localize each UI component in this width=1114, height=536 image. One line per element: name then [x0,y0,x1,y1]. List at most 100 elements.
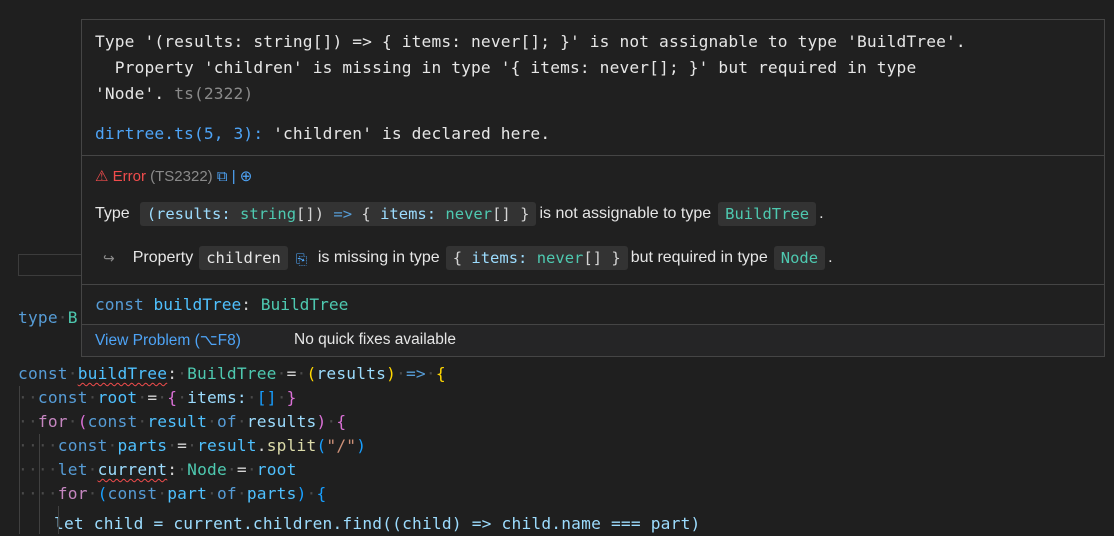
text: Property [132,249,194,266]
punct: : [167,460,178,479]
code-line-7[interactable]: let child = current.children.find((child… [18,512,700,536]
divider [82,155,1104,156]
related-location-link[interactable]: dirtree.ts(5, 3): [95,124,263,143]
identifier: part [167,484,208,503]
view-problem-link[interactable]: View Problem (⌥F8) [95,331,241,350]
error-code: ts(2322) [174,84,254,103]
paren: ( [306,364,317,383]
code-line-1[interactable]: const·buildTree:·BuildTree·=·(results)·=… [18,362,446,386]
keyword: const [107,484,158,503]
paren: ) [296,484,307,503]
divider [82,284,1104,285]
type-chip: Node [773,246,826,270]
method: split [266,436,317,455]
text: is missing in type [317,249,440,266]
brace: { [316,484,327,503]
operator: = [236,460,247,479]
error-message-text: 'Node'. [95,84,165,103]
code-line-4[interactable]: ····const·parts·=·result.split("/") [18,434,366,458]
paren: ) [316,412,327,431]
type-signature: const buildTree: BuildTree [95,295,348,314]
keyword: const [87,412,138,431]
keyword: const [18,364,68,383]
go-to-definition-icon[interactable]: ⎘ [296,251,310,267]
nested-arrow-icon: ↪ [103,249,115,266]
brace: { [336,412,347,431]
array-literal: [] [256,388,277,407]
code-line-6[interactable]: ····for·(const·part·of·parts)·{ [18,482,326,506]
keyword: const [37,388,88,407]
related-text: 'children' is declared here. [263,124,551,143]
operator: = [147,388,158,407]
text: Type [95,205,130,222]
pretty-error-header: ⚠ Error (TS2322) ⧉ | ⊕ [95,167,252,185]
param: results [316,364,387,383]
text: . [819,205,824,222]
type-chip: { items: never[] } [445,246,628,270]
identifier: result [147,412,208,431]
identifier: result [197,436,257,455]
error-code-link[interactable]: (TS2322) [150,168,213,185]
keyword: for [57,484,88,503]
brace: } [286,388,297,407]
keyword: let [57,460,88,479]
collapsed-region-box [18,254,84,276]
property: items: [187,388,247,407]
error-message-line: Type '(results: string[]) => { items: ne… [95,32,966,51]
type-chip: (results: string[]) => { items: never[] … [139,202,537,226]
related-info: dirtree.ts(5, 3): 'children' is declared… [95,124,550,143]
type-name: BuildTree [260,295,349,314]
code-line-5[interactable]: ····let·current:·Node·=·root [18,458,297,482]
paren: ) [356,436,367,455]
text: but required in type [630,249,768,266]
brace: { [167,388,178,407]
paren: ( [77,412,88,431]
type-name: B [67,308,78,327]
paren: ( [97,484,108,503]
property-chip: children [199,246,288,270]
text: . [828,249,833,266]
keyword: of [216,412,237,431]
hover-popup[interactable]: Type '(results: string[]) => { items: ne… [81,19,1105,357]
identifier: parts [246,484,297,503]
error-message-line: Property 'children' is missing in type '… [95,58,917,77]
pretty-error-line-1: Type (results: string[]) => { items: nev… [95,202,824,226]
error-message-line: 'Node'. ts(2322) [95,84,253,103]
identifier: buildTree [153,295,242,314]
type-chip: BuildTree [718,202,817,226]
punct: : [241,295,251,314]
error-identifier[interactable]: current [98,460,168,479]
pretty-error-line-2: ↪ Property children ⎘ is missing in type… [95,246,833,270]
string: "/" [326,436,357,455]
code-line-type[interactable]: type·B [18,306,78,330]
error-identifier[interactable]: buildTree [78,364,168,383]
code-line-2[interactable]: ··const·root·=·{·items:·[]·} [18,386,297,410]
paren: ( [316,436,327,455]
keyword: type [18,308,58,327]
identifier: root [97,388,138,407]
brace: { [435,364,446,383]
hover-status-bar: View Problem (⌥F8) No quick fixes availa… [82,325,1104,356]
operator: = [286,364,297,383]
punct: : [167,364,178,383]
type-name: BuildTree [187,364,277,383]
keyword: of [216,484,237,503]
indent-guide [39,434,40,534]
type-name: Node [187,460,227,479]
indent-guide [58,506,59,534]
paren: ) [386,364,397,383]
no-quick-fixes-text: No quick fixes available [294,331,456,348]
identifier: parts [117,436,168,455]
arrow-operator: => [405,364,426,383]
identifier: root [256,460,297,479]
keyword: const [57,436,108,455]
error-label: ⚠ Error [95,168,146,185]
code-line-3[interactable]: ··for·(const·result·of·results)·{ [18,410,346,434]
punct: . [256,436,267,455]
keyword: for [37,412,68,431]
open-docs-icon[interactable]: ⧉ | ⊕ [217,168,253,185]
identifier: results [246,412,317,431]
operator: = [177,436,188,455]
indent-guide [19,386,20,534]
keyword: const [95,295,144,314]
